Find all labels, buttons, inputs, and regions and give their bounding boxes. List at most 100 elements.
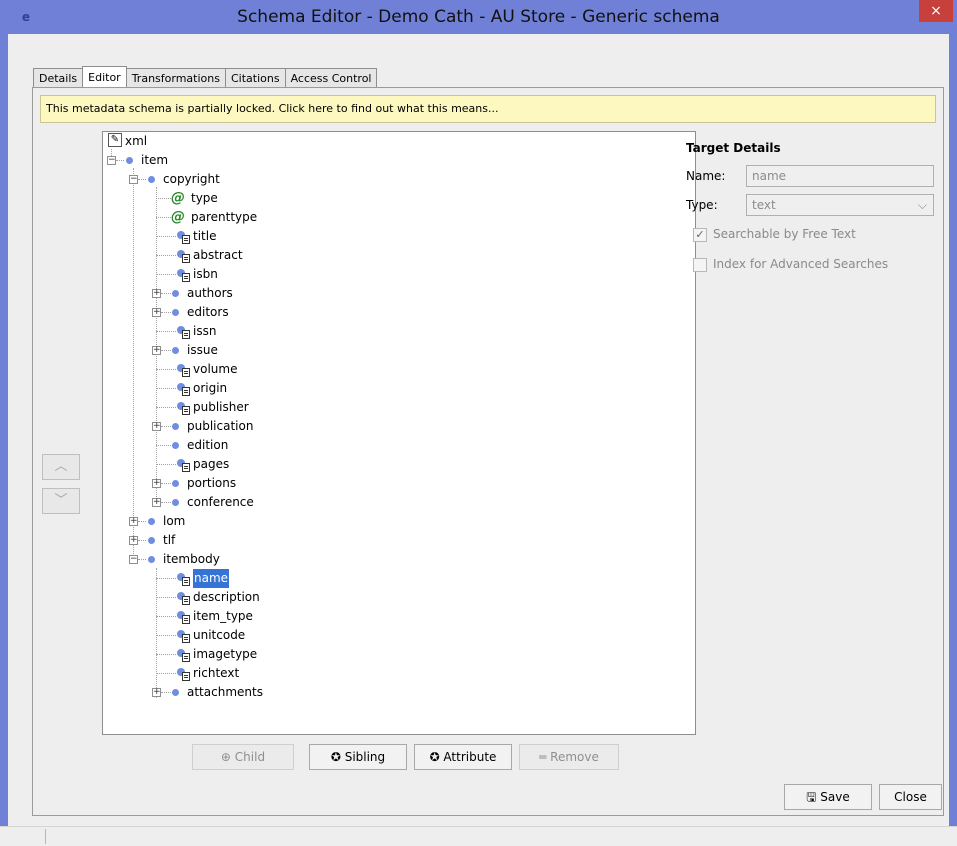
xml-document-icon: ✎ <box>108 133 122 147</box>
tree-node-parenttype[interactable]: @ parenttype <box>103 208 693 227</box>
tree-node-issn[interactable]: issn <box>103 322 693 341</box>
save-button[interactable]: 🖫 Save <box>784 784 872 810</box>
tree-node-unitcode[interactable]: unitcode <box>103 626 693 645</box>
expand-icon[interactable]: + <box>152 346 161 355</box>
text-leaf-icon <box>177 459 191 473</box>
expand-icon[interactable]: + <box>152 289 161 298</box>
text-leaf-icon <box>177 250 191 264</box>
collapse-icon[interactable]: − <box>107 156 116 165</box>
tree-node-authors[interactable]: + authors <box>103 284 693 303</box>
tree-node-name[interactable]: name <box>103 569 693 588</box>
tree-node-itembody[interactable]: − itembody <box>103 550 693 569</box>
tree-node-tlf[interactable]: + tlf <box>103 531 693 550</box>
close-window-button[interactable]: × <box>919 0 953 22</box>
node-label: pages <box>193 457 230 471</box>
tab-citations[interactable]: Citations <box>224 68 286 88</box>
text-leaf-icon <box>177 326 191 340</box>
node-label: richtext <box>193 666 240 680</box>
node-label: title <box>193 229 217 243</box>
node-label: publication <box>187 419 254 433</box>
node-label: isbn <box>193 267 218 281</box>
tree-node-richtext[interactable]: richtext <box>103 664 693 683</box>
node-label: tlf <box>163 533 176 547</box>
expand-icon[interactable]: + <box>152 308 161 317</box>
schema-editor-window: e Schema Editor - Demo Cath - AU Store -… <box>0 0 957 846</box>
text-leaf-icon <box>177 649 191 663</box>
node-label: lom <box>163 514 186 528</box>
node-label: publisher <box>193 400 249 414</box>
tree-node-pages[interactable]: pages <box>103 455 693 474</box>
tab-details[interactable]: Details <box>33 68 84 88</box>
tree-node-portions[interactable]: + portions <box>103 474 693 493</box>
node-label: conference <box>187 495 254 509</box>
index-advanced-checkbox[interactable] <box>693 258 707 272</box>
tree-node-lom[interactable]: + lom <box>103 512 693 531</box>
element-icon <box>172 499 179 506</box>
close-button[interactable]: Close <box>879 784 942 810</box>
tree-node-copyright[interactable]: − copyright <box>103 170 693 189</box>
node-label: copyright <box>163 172 220 186</box>
tree-node-item[interactable]: − item <box>103 151 693 170</box>
node-label: unitcode <box>193 628 246 642</box>
attribute-icon: @ <box>171 209 185 225</box>
tree-node-editors[interactable]: + editors <box>103 303 693 322</box>
partial-lock-banner[interactable]: This metadata schema is partially locked… <box>40 95 936 123</box>
node-label: item <box>141 153 169 167</box>
tree-node-isbn[interactable]: isbn <box>103 265 693 284</box>
tab-transformations[interactable]: Transformations <box>125 68 226 88</box>
expand-icon[interactable]: + <box>152 498 161 507</box>
node-label: issn <box>193 324 217 338</box>
tree-node-attachments[interactable]: + attachments <box>103 683 693 702</box>
window-client-area: Details Editor Transformations Citations… <box>8 34 949 826</box>
node-label: origin <box>193 381 228 395</box>
tab-editor[interactable]: Editor <box>82 66 127 88</box>
tree-node-item-type[interactable]: item_type <box>103 607 693 626</box>
text-leaf-icon <box>177 231 191 245</box>
schema-tree[interactable]: ✎ xml − item − copyright @ type @ parent… <box>102 131 696 735</box>
expand-icon[interactable]: + <box>129 536 138 545</box>
node-label: type <box>191 191 218 205</box>
status-divider <box>45 829 46 844</box>
collapse-icon[interactable]: − <box>129 555 138 564</box>
expand-icon[interactable]: + <box>152 422 161 431</box>
type-select[interactable]: text ⌵ <box>746 194 934 216</box>
move-down-button[interactable]: ﹀ <box>42 488 80 514</box>
element-icon <box>172 442 179 449</box>
tree-node-publication[interactable]: + publication <box>103 417 693 436</box>
tree-node-publisher[interactable]: publisher <box>103 398 693 417</box>
expand-icon[interactable]: + <box>152 479 161 488</box>
add-sibling-button[interactable]: ✪ Sibling <box>309 744 407 770</box>
node-label: description <box>193 590 260 604</box>
element-icon <box>148 518 155 525</box>
tree-node-issue[interactable]: + issue <box>103 341 693 360</box>
element-icon <box>172 480 179 487</box>
expand-icon[interactable]: + <box>152 688 161 697</box>
element-icon <box>172 309 179 316</box>
tree-node-conference[interactable]: + conference <box>103 493 693 512</box>
tree-node-description[interactable]: description <box>103 588 693 607</box>
element-icon <box>172 689 179 696</box>
tree-node-xml[interactable]: ✎ xml <box>103 132 693 151</box>
expand-icon[interactable]: + <box>129 517 138 526</box>
status-bar <box>0 826 957 846</box>
tree-node-edition[interactable]: edition <box>103 436 693 455</box>
element-icon <box>172 423 179 430</box>
add-attribute-button[interactable]: ✪ Attribute <box>414 744 512 770</box>
node-label: imagetype <box>193 647 258 661</box>
tab-access-control[interactable]: Access Control <box>284 68 378 88</box>
name-field[interactable]: name <box>746 165 934 187</box>
tree-node-abstract[interactable]: abstract <box>103 246 693 265</box>
collapse-icon[interactable]: − <box>129 175 138 184</box>
chevron-down-icon: ⌵ <box>917 198 927 212</box>
add-child-button[interactable]: ⊕ Child <box>192 744 294 770</box>
move-up-button[interactable]: ︿ <box>42 454 80 480</box>
title-bar[interactable]: e Schema Editor - Demo Cath - AU Store -… <box>0 0 957 34</box>
tree-node-type[interactable]: @ type <box>103 189 693 208</box>
searchable-checkbox[interactable]: ✓ <box>693 228 707 242</box>
tree-node-origin[interactable]: origin <box>103 379 693 398</box>
tree-node-imagetype[interactable]: imagetype <box>103 645 693 664</box>
tree-node-title[interactable]: title <box>103 227 693 246</box>
remove-button[interactable]: ═ Remove <box>519 744 619 770</box>
text-leaf-icon <box>177 630 191 644</box>
tree-node-volume[interactable]: volume <box>103 360 693 379</box>
